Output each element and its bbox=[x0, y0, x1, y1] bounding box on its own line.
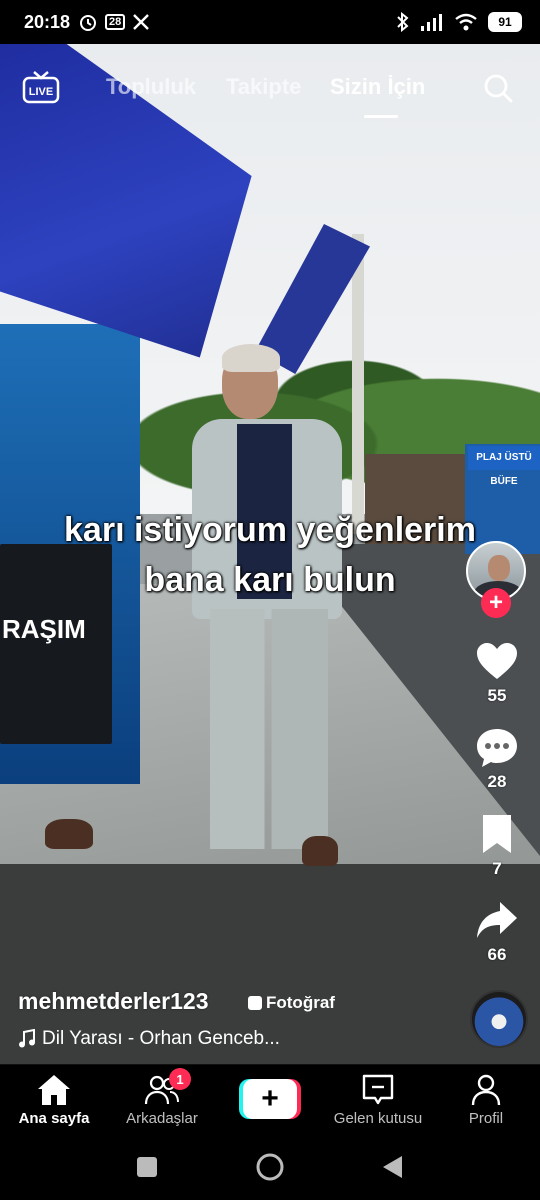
video-caption: karı istiyorum yeğenlerim bana karı bulu… bbox=[0, 505, 540, 605]
caption-line-2: bana karı bulun bbox=[144, 561, 396, 599]
back-triangle-icon[interactable] bbox=[378, 1152, 408, 1182]
live-label: LIVE bbox=[29, 86, 53, 98]
status-icons-right: 91 bbox=[396, 12, 522, 32]
battery-icon: 91 bbox=[488, 12, 522, 32]
calendar-icon: 28 bbox=[105, 14, 126, 30]
live-button[interactable]: LIVE bbox=[22, 70, 60, 104]
bookmark-icon bbox=[483, 815, 511, 853]
music-title: Dil Yarası - Orhan Genceb... bbox=[42, 1028, 280, 1049]
nav-profile[interactable]: Profil bbox=[432, 1065, 540, 1135]
video-kiosk-sign: PLAJ ÜSTÜ BÜFE bbox=[468, 446, 540, 487]
heart-icon bbox=[477, 643, 517, 679]
save-button[interactable] bbox=[475, 812, 519, 856]
person-legs bbox=[210, 609, 328, 849]
battery-level: 91 bbox=[498, 15, 512, 29]
profile-icon bbox=[471, 1074, 501, 1106]
post-username[interactable]: mehmetderler123 bbox=[18, 988, 209, 1015]
tab-topluluk[interactable]: Topluluk bbox=[106, 74, 196, 100]
signal-icon bbox=[421, 14, 442, 31]
top-nav: LIVE Topluluk Takipte Sizin İçin bbox=[0, 64, 540, 118]
person-shoe-left bbox=[45, 819, 93, 849]
video-pole bbox=[352, 234, 364, 534]
avatar-face bbox=[488, 555, 510, 581]
tab-sizin-icin[interactable]: Sizin İçin bbox=[330, 74, 425, 100]
status-bar: 20:18 28 91 bbox=[0, 0, 540, 44]
wifi-icon bbox=[455, 13, 477, 31]
person-hair bbox=[222, 344, 280, 372]
comment-icon bbox=[477, 729, 517, 767]
search-icon bbox=[484, 74, 513, 103]
photo-badge-icon bbox=[248, 996, 262, 1010]
video-person bbox=[192, 344, 352, 884]
share-arrow-icon bbox=[477, 902, 517, 938]
live-tv-icon: LIVE bbox=[22, 71, 60, 104]
music-info[interactable]: Dil Yarası - Orhan Genceb... bbox=[18, 1028, 280, 1050]
recent-apps-icon[interactable] bbox=[132, 1152, 162, 1182]
nav-friends[interactable]: Arkadaşlar 1 bbox=[108, 1065, 216, 1135]
nav-inbox[interactable]: Gelen kutusu bbox=[324, 1065, 432, 1135]
photo-badge-label: Fotoğraf bbox=[266, 993, 335, 1012]
home-circle-icon[interactable] bbox=[255, 1152, 285, 1182]
nav-create[interactable]: + bbox=[216, 1065, 324, 1135]
photo-badge: Fotoğraf bbox=[248, 993, 335, 1013]
caption-line-1: karı istiyorum yeğenlerim bbox=[64, 511, 476, 549]
comment-button[interactable] bbox=[475, 726, 519, 770]
status-time: 20:18 bbox=[24, 11, 71, 32]
share-button[interactable] bbox=[475, 898, 519, 942]
status-icons-left: 28 bbox=[78, 12, 150, 32]
like-count: 55 bbox=[487, 686, 507, 705]
nav-friends-label: Arkadaşlar bbox=[126, 1110, 198, 1127]
tab-takipte[interactable]: Takipte bbox=[226, 74, 301, 100]
bluetooth-icon bbox=[397, 12, 409, 32]
nav-home-label: Ana sayfa bbox=[18, 1110, 90, 1127]
search-button[interactable] bbox=[482, 72, 514, 104]
nav-profile-label: Profil bbox=[468, 1110, 504, 1127]
comment-count: 28 bbox=[487, 772, 507, 791]
plus-icon: + bbox=[243, 1079, 297, 1119]
nav-inbox-label: Gelen kutusu bbox=[333, 1110, 423, 1127]
friends-notification-badge: 1 bbox=[169, 1068, 191, 1090]
home-icon bbox=[38, 1075, 70, 1105]
music-disc[interactable] bbox=[470, 990, 528, 1048]
x-logo-icon bbox=[133, 14, 150, 30]
save-count: 7 bbox=[492, 859, 502, 878]
like-button[interactable] bbox=[475, 640, 519, 684]
nav-home[interactable]: Ana sayfa bbox=[0, 1065, 108, 1135]
follow-button[interactable]: + bbox=[481, 588, 511, 618]
inbox-icon bbox=[362, 1074, 394, 1105]
bottom-nav: Ana sayfa Arkadaşlar 1 + Gelen kutusu Pr… bbox=[0, 1064, 540, 1134]
share-count: 66 bbox=[487, 945, 507, 964]
video-freezer-text: RAŞIM bbox=[2, 614, 86, 644]
system-nav bbox=[0, 1134, 540, 1200]
alarm-icon bbox=[80, 15, 97, 31]
active-tab-indicator bbox=[364, 115, 398, 118]
create-button[interactable]: + bbox=[239, 1079, 301, 1119]
music-note-icon bbox=[19, 1029, 35, 1048]
person-shoe-right bbox=[302, 836, 338, 866]
